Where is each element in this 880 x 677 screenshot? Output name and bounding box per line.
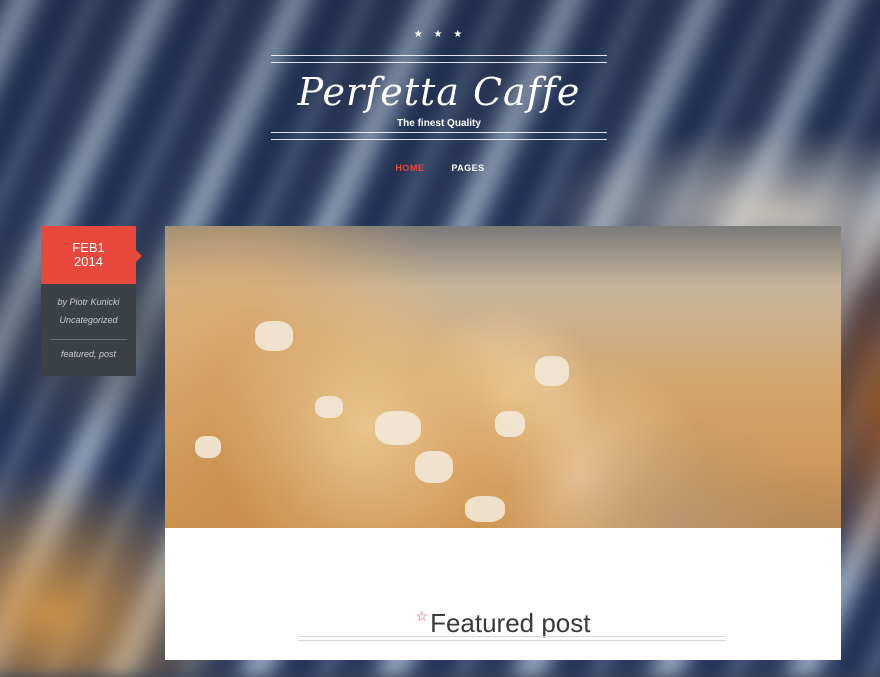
post-title-text: Featured post	[430, 607, 591, 638]
image-detail	[195, 436, 221, 458]
site-tagline: The finest Quality	[397, 118, 481, 129]
post-author-link[interactable]: by Piotr Kunicki	[41, 297, 136, 307]
featured-post-image[interactable]	[165, 226, 841, 528]
post-tags-links[interactable]: featured, post	[41, 349, 136, 359]
main-navigation: HOME PAGES	[0, 163, 880, 173]
image-detail	[375, 411, 421, 445]
image-detail	[315, 396, 343, 418]
post-title-rule	[299, 636, 725, 641]
logo-top-rule	[271, 55, 607, 63]
post-content: ☆Featured post	[165, 528, 841, 660]
image-detail	[495, 411, 525, 437]
site-header: ★ ★ ★ Perfetta Caffe The finest Quality …	[0, 0, 880, 220]
decorative-stars: ★ ★ ★	[413, 29, 467, 40]
site-title-logo[interactable]: Perfetta Caffe	[271, 70, 607, 114]
nav-item-pages[interactable]: PAGES	[451, 163, 484, 173]
post-title[interactable]: ☆Featured post	[165, 608, 841, 639]
post-date-badge: FEB1 2014	[41, 226, 142, 284]
image-detail	[535, 356, 569, 386]
post-category-link[interactable]: Uncategorized	[41, 315, 136, 325]
post-date-year: 2014	[74, 254, 103, 269]
star-outline-icon: ☆	[415, 607, 429, 624]
nav-item-home[interactable]: HOME	[395, 163, 424, 173]
image-detail	[255, 321, 293, 351]
post-date-day: FEB1	[72, 240, 105, 255]
post-meta: by Piotr Kunicki Uncategorized featured,…	[41, 284, 136, 376]
logo-bottom-rule	[271, 132, 607, 140]
image-detail	[415, 451, 453, 483]
meta-divider	[50, 339, 127, 340]
image-detail	[465, 496, 505, 522]
